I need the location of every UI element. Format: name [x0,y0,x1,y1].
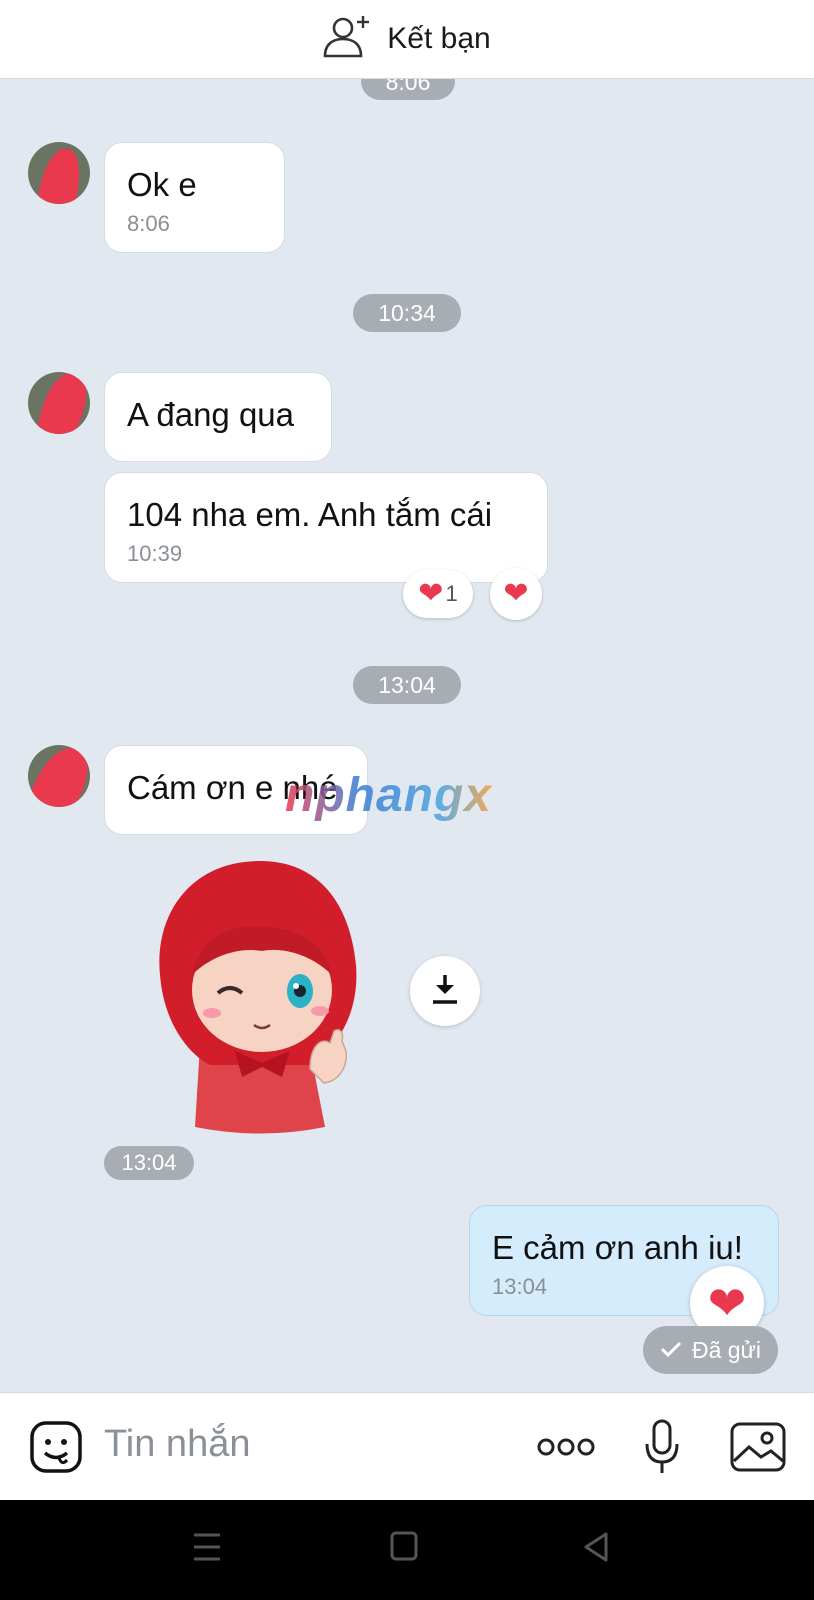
message-bubble[interactable]: Ok e 8:06 [104,142,285,253]
download-icon [429,972,461,1011]
system-nav-bar [0,1500,814,1600]
avatar[interactable] [28,372,90,434]
react-button[interactable]: ❤ [490,568,542,620]
message-text: 104 nha em. Anh tắm cái [127,496,493,533]
message-composer: Tin nhắn [0,1392,814,1501]
check-icon [660,1337,682,1364]
sent-status-label: Đã gửi [691,1336,762,1363]
avatar[interactable] [28,142,90,204]
sent-status: Đã gửi [643,1326,778,1374]
message-text: A đang qua [127,396,294,433]
message-time: 8:06 [127,211,170,236]
heart-icon: ❤ [418,577,444,610]
sticker-image[interactable] [150,855,370,1135]
time-divider: 10:34 [353,294,461,332]
message-bubble[interactable]: 104 nha em. Anh tắm cái 10:39 [104,472,548,583]
watermark: nphangx [285,769,492,822]
time-divider: 13:04 [353,666,461,704]
message-time: 10:39 [127,541,183,566]
add-friend-icon [323,14,373,65]
add-friend-label: Kết bạn [387,22,491,55]
menu-icon[interactable] [192,1530,222,1569]
avatar[interactable] [28,745,90,807]
home-icon[interactable] [390,1530,418,1567]
heart-icon: ❤ [503,577,529,610]
back-icon[interactable] [582,1530,610,1569]
download-button[interactable] [410,956,480,1026]
more-icon[interactable] [536,1433,596,1461]
image-icon[interactable] [728,1419,788,1475]
reaction-badge[interactable]: ❤ 1 [403,570,473,618]
sticker-time: 13:04 [104,1146,194,1180]
message-input[interactable]: Tin nhắn [104,1423,250,1466]
microphone-icon[interactable] [642,1417,682,1477]
add-friend-button[interactable]: Kết bạn [323,14,491,65]
message-text: E cảm ơn anh iu! [492,1229,743,1266]
top-bar: Kết bạn [0,0,814,79]
message-bubble[interactable]: A đang qua [104,372,332,462]
message-text: Ok e [127,166,197,203]
reaction-count: 1 [445,581,458,606]
heart-icon: ❤ [707,1277,747,1329]
sticker-icon[interactable] [28,1419,84,1475]
